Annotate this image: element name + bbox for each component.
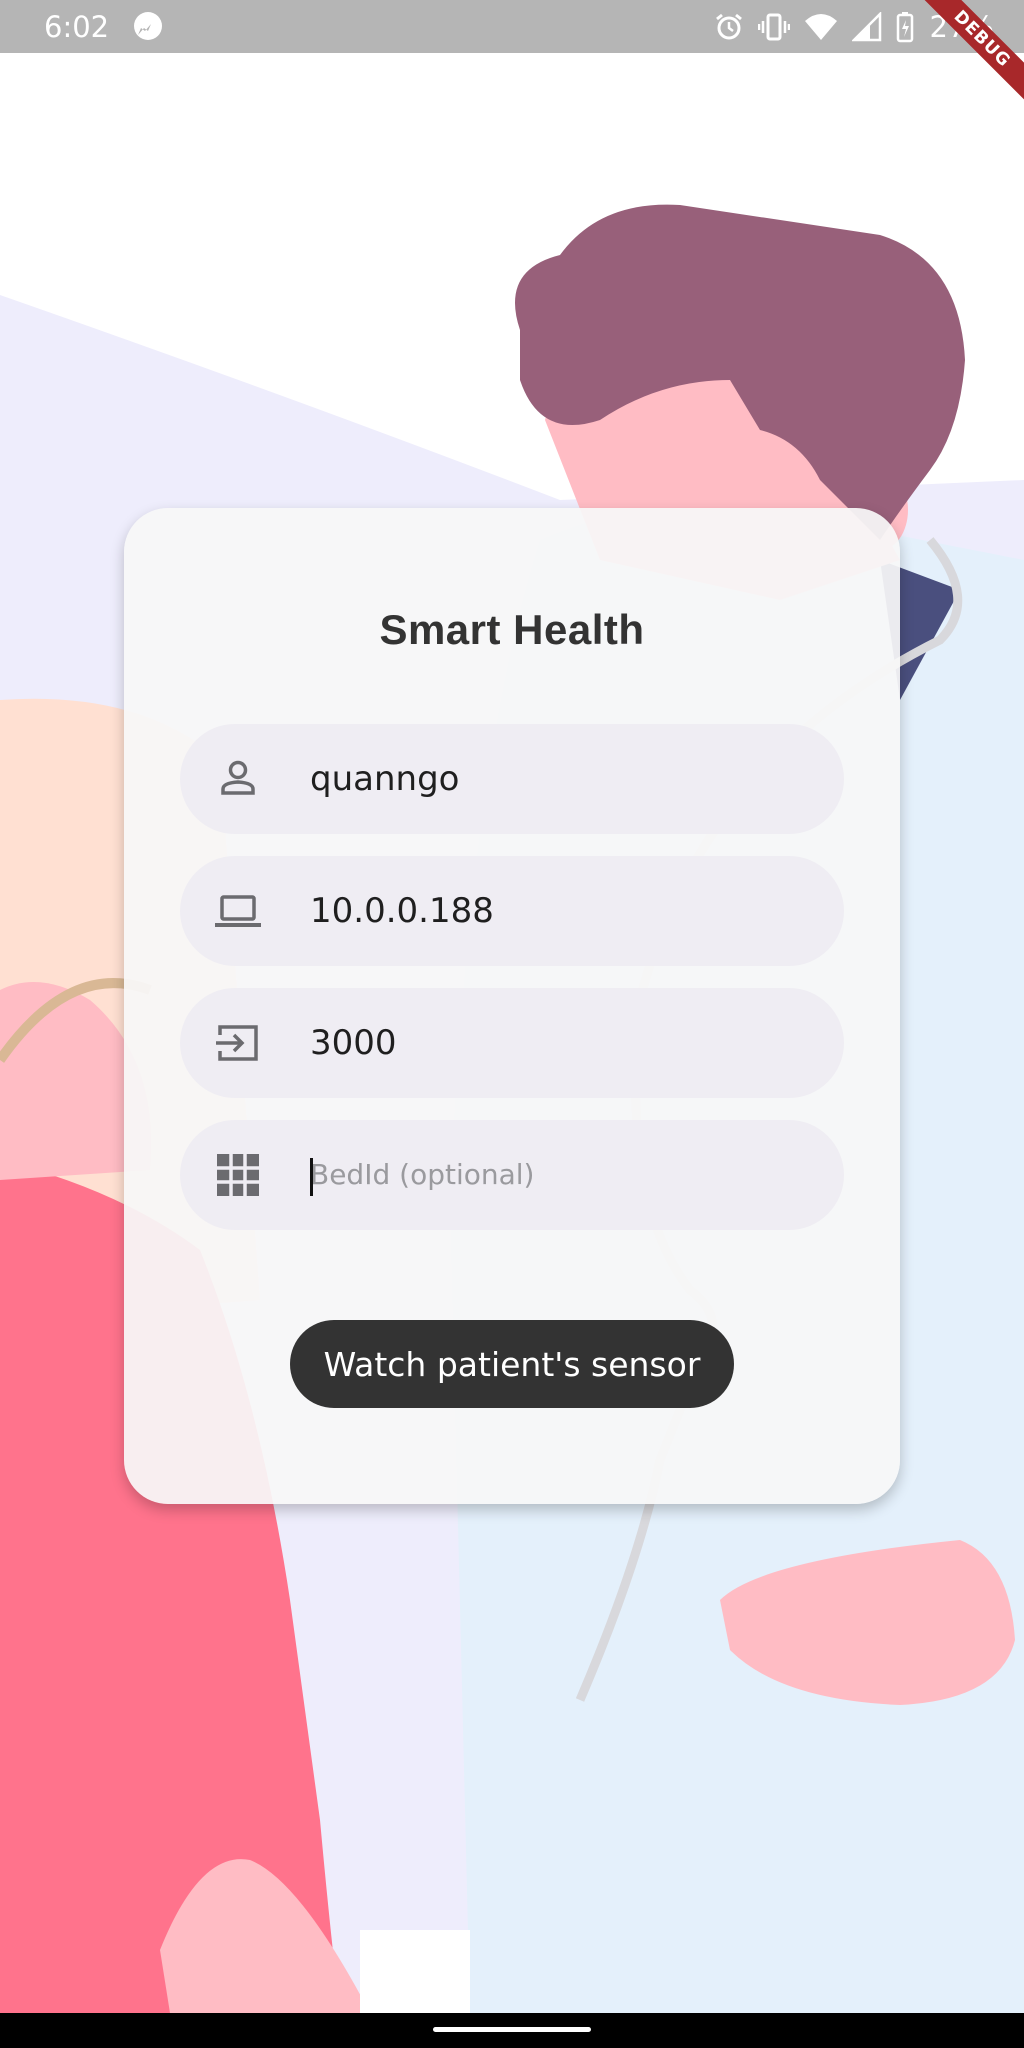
username-value[interactable]: quanngo: [310, 724, 459, 834]
signal-icon: [851, 12, 881, 42]
port-field[interactable]: 3000: [180, 988, 844, 1098]
navigation-bar: [0, 2013, 1024, 2048]
grid-icon: [217, 1154, 259, 1196]
host-value[interactable]: 10.0.0.188: [310, 856, 494, 966]
vibrate-icon: [757, 13, 790, 41]
laptop-icon: [215, 895, 261, 927]
person-icon: [221, 760, 255, 795]
input-icon: [216, 1025, 258, 1061]
port-value[interactable]: 3000: [310, 988, 397, 1098]
home-indicator[interactable]: [433, 2027, 591, 2032]
messenger-icon: [134, 12, 162, 40]
watch-sensor-button[interactable]: Watch patient's sensor: [290, 1320, 734, 1408]
username-field[interactable]: quanngo: [180, 724, 844, 834]
bed-id-field[interactable]: [180, 1120, 844, 1230]
status-time: 6:02: [44, 10, 110, 44]
battery-icon: [896, 12, 913, 43]
alarm-icon: [715, 13, 742, 40]
floor-strip: [360, 1930, 470, 2013]
text-caret: [310, 1158, 313, 1196]
bed-id-input[interactable]: [310, 1120, 810, 1230]
wifi-icon: [804, 14, 837, 40]
login-card: Smart Health quanngo 10.0.0.188 3000 Wat…: [124, 508, 900, 1504]
app-title: Smart Health: [379, 606, 645, 653]
host-field[interactable]: 10.0.0.188: [180, 856, 844, 966]
status-bar: 6:02 27% DEBUG: [0, 0, 1024, 105]
